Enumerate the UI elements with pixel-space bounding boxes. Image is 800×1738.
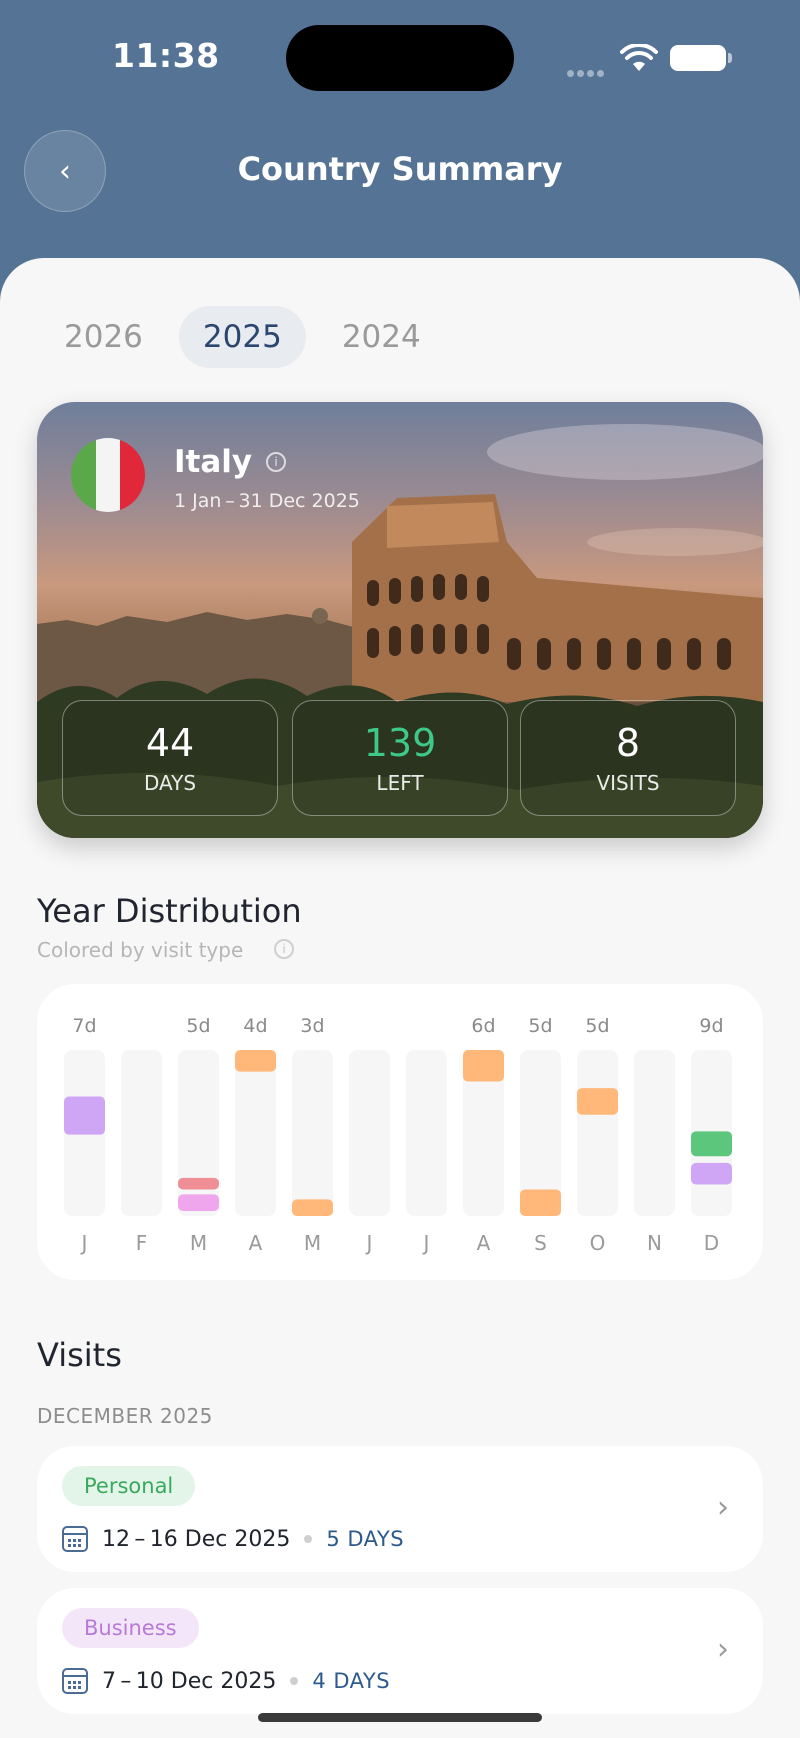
content-sheet: 2026 2025 2024 Italy i 1 Jan – 31 Dec 20… [0, 258, 800, 1738]
bar-value-label: 5d [186, 1015, 210, 1037]
month-label: F [136, 1231, 148, 1255]
wifi-icon [620, 44, 658, 71]
year-tabs: 2026 2025 2024 [40, 306, 445, 368]
stat-days-label: DAYS [143, 771, 197, 795]
country-name: Italy [174, 444, 253, 480]
tab-2025[interactable]: 2025 [178, 306, 306, 368]
calendar-icon [62, 1668, 88, 1694]
bar-segment [577, 1088, 618, 1115]
visits-month-header: DECEMBER 2025 [37, 1404, 213, 1428]
bar-track [406, 1050, 447, 1216]
tab-2024[interactable]: 2024 [318, 306, 445, 368]
separator-dot [290, 1677, 299, 1685]
stat-visits-label: VISITS [596, 771, 660, 795]
month-label: J [422, 1231, 430, 1255]
bar-track [178, 1050, 219, 1216]
bar-segment [292, 1199, 333, 1216]
visit-dates: 12 – 16 Dec 2025 [102, 1526, 291, 1552]
distribution-chart-svg: 7d J F 5d M 4d A 3d M J J 6d A 5d S 5d O N 9d D [64, 1015, 732, 1255]
tab-2026[interactable]: 2026 [40, 306, 167, 368]
visits-title: Visits [37, 1336, 122, 1374]
country-hero-card: Italy i 1 Jan – 31 Dec 2025 44 DAYS 139 … [37, 402, 763, 838]
bar-segment [691, 1162, 732, 1185]
info-icon[interactable]: i [266, 452, 286, 472]
bar-segment [178, 1177, 219, 1190]
separator-dot [304, 1535, 313, 1543]
month-label: S [534, 1231, 547, 1255]
month-label: O [590, 1231, 606, 1255]
cellular-signal-icon [567, 62, 611, 77]
bar-segment [178, 1194, 219, 1212]
month-label: D [704, 1231, 719, 1255]
status-time: 11:38 [112, 36, 220, 75]
visit-dates: 7 – 10 Dec 2025 [102, 1668, 277, 1694]
stat-left-value: 139 [363, 721, 437, 765]
distribution-chart: 7d J F 5d M 4d A 3d M J J 6d A 5d S 5d O N 9d D [37, 984, 763, 1280]
bar-segment [691, 1131, 732, 1157]
bar-value-label: 6d [471, 1015, 495, 1037]
month-label: J [365, 1231, 373, 1255]
stat-visits-value: 8 [615, 721, 641, 765]
battery-icon [670, 45, 732, 71]
stat-left: 139 LEFT [292, 700, 508, 816]
visit-type-badge: Business [62, 1608, 199, 1648]
bar-track [235, 1050, 276, 1216]
bar-value-label: 3d [300, 1015, 324, 1037]
bar-segment [520, 1189, 561, 1216]
bar-value-label: 5d [585, 1015, 609, 1037]
bar-track [577, 1050, 618, 1216]
stat-days-value: 44 [145, 721, 195, 765]
italy-flag-icon [71, 438, 145, 512]
month-label: M [304, 1231, 321, 1255]
chevron-right-icon: › [717, 1632, 729, 1667]
bar-track [121, 1050, 162, 1216]
stat-left-label: LEFT [376, 771, 424, 795]
dynamic-island [286, 25, 514, 91]
month-label: M [190, 1231, 207, 1255]
bar-value-label: 7d [72, 1015, 96, 1037]
bar-segment [235, 1050, 276, 1072]
visit-days: 4 DAYS [312, 1669, 391, 1693]
visit-type-badge: Personal [62, 1466, 196, 1506]
country-date-range: 1 Jan – 31 Dec 2025 [174, 490, 360, 512]
stat-visits: 8 VISITS [520, 700, 736, 816]
page-title: Country Summary [237, 150, 563, 188]
bar-value-label: 9d [699, 1015, 723, 1037]
info-icon[interactable]: i [274, 939, 294, 959]
bar-track [292, 1050, 333, 1216]
bar-track [634, 1050, 675, 1216]
bar-track [349, 1050, 390, 1216]
status-bar: 11:38 [0, 0, 800, 110]
calendar-icon [62, 1526, 88, 1552]
distribution-title: Year Distribution [37, 892, 302, 930]
bar-value-label: 4d [243, 1015, 267, 1037]
month-label: A [249, 1231, 263, 1255]
month-label: N [647, 1231, 662, 1255]
bar-value-label: 5d [528, 1015, 552, 1037]
distribution-subtitle: Colored by visit type [37, 938, 244, 962]
bar-segment [463, 1050, 504, 1082]
month-label: A [477, 1231, 491, 1255]
visit-card[interactable]: Personal 12 – 16 Dec 2025 5 DAYS › [37, 1446, 763, 1572]
chevron-right-icon: › [717, 1490, 729, 1525]
month-label: J [80, 1231, 88, 1255]
stat-days: 44 DAYS [62, 700, 278, 816]
bar-segment [64, 1096, 105, 1135]
visit-card[interactable]: Business 7 – 10 Dec 2025 4 DAYS › [37, 1588, 763, 1714]
home-indicator[interactable] [258, 1713, 542, 1722]
visit-days: 5 DAYS [326, 1527, 405, 1551]
